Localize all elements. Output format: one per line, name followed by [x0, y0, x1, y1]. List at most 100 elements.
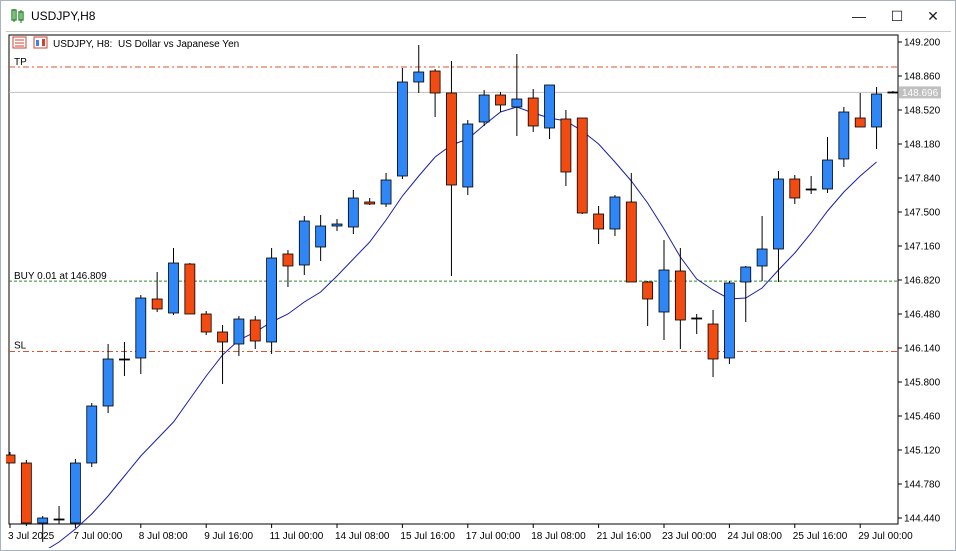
time-tick-label: 24 Jul 08:00: [727, 531, 782, 542]
sl-label: SL: [14, 341, 27, 352]
candle: [724, 281, 735, 364]
price-tick-label: 144.440: [904, 514, 941, 525]
bull-candle-body: [691, 317, 703, 320]
price-tick-label: 145.460: [904, 412, 941, 423]
time-tick-label: 7 Jul 00:00: [73, 531, 122, 542]
bear-candle-body: [4, 454, 16, 464]
bear-candle-body: [576, 117, 588, 214]
bull-candle-body: [53, 518, 65, 521]
bull-candle-body: [478, 94, 490, 123]
current-price-tag: 148.696: [899, 86, 941, 99]
candle: [184, 263, 196, 315]
time-tick-label: 21 Jul 16:00: [597, 531, 652, 542]
time-tick-label: 18 Jul 08:00: [531, 531, 586, 542]
price-tick-label: 147.160: [904, 242, 941, 253]
price-tick-label: 146.140: [904, 344, 941, 355]
bull-candle-body: [658, 269, 670, 313]
close-button[interactable]: ✕: [913, 1, 953, 31]
price-tick-label: 147.500: [904, 208, 941, 219]
price-tick-label: 147.840: [904, 174, 941, 185]
candle: [70, 459, 81, 525]
bull-candle-body: [331, 223, 343, 227]
price-tick-label: 146.480: [904, 310, 941, 321]
price-tick-label: 148.180: [904, 140, 941, 151]
bear-candle-body: [20, 462, 32, 524]
bull-candle-body: [70, 462, 81, 524]
current-price-value: 148.696: [902, 88, 939, 99]
bull-candle-body: [462, 123, 474, 188]
candle: [838, 107, 850, 167]
price-tick-label: 148.520: [904, 106, 941, 117]
bull-candle-body: [838, 111, 850, 160]
bear-candle-body: [429, 70, 441, 94]
time-tick-label: 11 Jul 00:00: [270, 531, 324, 542]
bull-candle-body: [805, 188, 817, 191]
title-bar[interactable]: USDJPY,H8 — ☐ ✕: [1, 1, 955, 31]
bear-candle-body: [184, 263, 196, 315]
candle: [396, 68, 408, 179]
bull-candle-body: [347, 197, 359, 228]
time-axis: 3 Jul 2025 7 Jul 00:00 8 Jul 08:00 9 Jul 16…: [8, 524, 913, 542]
chart-type-icon[interactable]: [33, 36, 48, 49]
price-tick-label: 148.860: [904, 72, 941, 83]
bear-candle-body: [642, 281, 654, 300]
symbol-list-icon[interactable]: [12, 36, 27, 49]
price-chart[interactable]: 149.200 148.860 148.520 148.180 147.840 147.5…: [4, 32, 951, 551]
candle: [576, 117, 588, 214]
bull-candle-body: [266, 257, 278, 343]
chart-symbol: USDJPY, H8:: [53, 39, 112, 50]
candle: [86, 403, 98, 467]
bull-candle-body: [380, 179, 392, 205]
bull-candle-body: [315, 225, 327, 248]
bull-candle-body: [135, 297, 147, 359]
bull-candle-body: [773, 178, 784, 250]
time-tick-label: 9 Jul 16:00: [204, 531, 253, 542]
bull-candle-body: [86, 405, 98, 464]
bull-candle-body: [609, 196, 621, 230]
bull-candle-body: [233, 318, 245, 345]
time-tick-label: 15 Jul 16:00: [400, 531, 455, 542]
bull-candle-body: [37, 517, 49, 524]
bear-candle-body: [495, 94, 506, 106]
time-tick-label: 23 Jul 00:00: [662, 531, 717, 542]
minimize-button[interactable]: —: [839, 1, 879, 31]
bear-candle-body: [560, 118, 572, 173]
bear-candle-body: [249, 319, 261, 342]
bull-candle-body: [298, 220, 310, 266]
bear-candle-body: [707, 323, 719, 360]
bull-candle-body: [822, 159, 833, 190]
bear-candle-body: [593, 213, 604, 230]
buy-order-label: BUY 0.01 at 146.809: [14, 271, 107, 282]
time-tick-label: 14 Jul 08:00: [335, 531, 390, 542]
candle: [200, 311, 212, 335]
window-title: USDJPY,H8: [31, 9, 96, 23]
bear-candle-body: [282, 253, 294, 267]
candle: [20, 460, 32, 526]
bear-candle-body: [151, 298, 163, 310]
bear-candle-body: [217, 331, 228, 343]
price-tick-label: 145.120: [904, 446, 941, 457]
price-tick-label: 145.800: [904, 378, 941, 389]
bull-candle-body: [102, 358, 114, 407]
time-tick-label: 8 Jul 08:00: [139, 531, 188, 542]
bear-candle-body: [789, 178, 801, 199]
chart-area[interactable]: 149.200 148.860 148.520 148.180 147.840 147.5…: [4, 31, 951, 551]
time-tick-label: 25 Jul 16:00: [793, 531, 848, 542]
bull-candle-body: [887, 91, 899, 94]
bull-candle-body: [413, 71, 425, 83]
chart-window: USDJPY,H8 — ☐ ✕ 149.200 148.860 148.520 148…: [0, 0, 956, 551]
price-axis: 149.200 148.860 148.520 148.180 147.840 147.5…: [898, 38, 941, 525]
price-tick-label: 149.200: [904, 38, 941, 49]
bull-candle-body: [119, 358, 130, 361]
chart-description: US Dollar vs Japanese Yen: [118, 39, 239, 50]
tp-label: TP: [14, 57, 27, 68]
chart-header: USDJPY, H8: US Dollar vs Japanese Yen: [12, 36, 239, 50]
bull-candle-body: [168, 262, 179, 314]
bear-candle-body: [854, 117, 866, 128]
candle: [462, 120, 474, 195]
bull-candle-body: [396, 81, 408, 177]
price-tick-label: 144.780: [904, 480, 941, 491]
bull-candle-body: [724, 282, 735, 359]
time-tick-label: 3 Jul 2025: [8, 531, 55, 542]
maximize-button[interactable]: ☐: [877, 1, 917, 31]
